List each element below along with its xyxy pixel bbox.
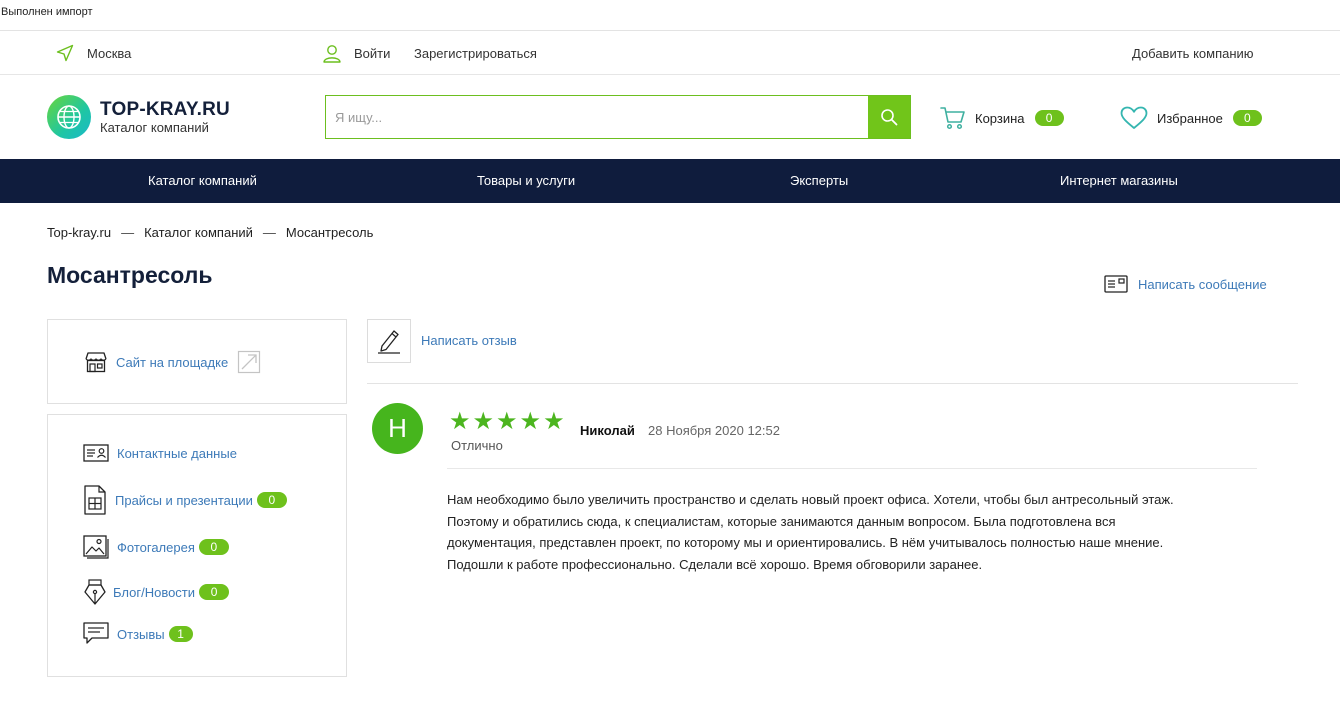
star-icon: ★: [519, 408, 542, 435]
contact-card-icon: [83, 443, 109, 463]
menu-item-label: Контактные данные: [117, 445, 237, 461]
menu-item-label: Фотогалерея: [117, 539, 195, 555]
logo-title: TOP-KRAY.RU: [100, 98, 230, 120]
review-text: Нам необходимо было увеличить пространст…: [447, 489, 1267, 575]
breadcrumb: Top-kray.ru — Каталог компаний — Мосантресол…: [47, 225, 373, 240]
city-label: Москва: [87, 45, 132, 61]
pencil-icon: [378, 330, 400, 354]
nav-item-catalog[interactable]: Каталог компаний: [148, 159, 257, 203]
menu-item-label: Блог/Новости: [113, 584, 196, 600]
add-company-link[interactable]: Добавить компанию: [1132, 31, 1254, 75]
star-icon: ★: [449, 408, 471, 435]
divider: [447, 468, 1257, 469]
register-link[interactable]: Зарегистрироваться: [414, 31, 537, 75]
breadcrumb-separator: —: [262, 225, 276, 240]
cart-button[interactable]: Корзина 0: [940, 105, 1064, 131]
write-review-button[interactable]: [367, 319, 411, 363]
nav-item-products[interactable]: Товары и услуги: [477, 159, 575, 203]
city-selector[interactable]: Москва: [56, 31, 131, 75]
chat-icon: [83, 622, 109, 646]
user-icon: [323, 45, 341, 63]
top-bar: Москва Войти Зарегистрироваться Добавить…: [0, 31, 1340, 75]
cart-icon: [940, 107, 965, 130]
globe-icon: [47, 95, 91, 139]
site-logo[interactable]: TOP-KRAY.RU Каталог компаний: [47, 95, 230, 139]
register-label: Зарегистрироваться: [414, 45, 537, 61]
import-status-text: Выполнен импорт: [1, 6, 93, 18]
breadcrumb-item-home[interactable]: Top-kray.ru: [47, 225, 111, 240]
site-header: TOP-KRAY.RU Каталог компаний Корзина 0 И…: [0, 75, 1340, 159]
menu-item-blog[interactable]: Блог/Новости 0: [83, 579, 230, 605]
site-card: Сайт на площадке: [47, 319, 347, 404]
heart-icon: [1120, 106, 1148, 129]
write-message-link[interactable]: Написать сообщение: [1104, 275, 1267, 293]
favorites-button[interactable]: Избранное 0: [1120, 105, 1262, 131]
review-date: 28 Ноября 2020 12:52: [648, 423, 780, 438]
write-message-label: Написать сообщение: [1138, 276, 1267, 292]
menu-item-label: Отзывы: [117, 626, 165, 642]
menu-item-label: Прайсы и презентации: [115, 492, 253, 508]
search-button[interactable]: [868, 96, 910, 138]
search-bar: [325, 95, 911, 139]
menu-item-gallery[interactable]: Фотогалерея 0: [83, 535, 229, 559]
breadcrumb-item-catalog[interactable]: Каталог компаний: [144, 225, 253, 240]
page-title: Мосантресоль: [47, 262, 213, 288]
favorites-count-badge: 0: [1232, 110, 1262, 126]
review-author: Николай: [580, 423, 635, 438]
review-line: Подошли к работе профессионально. Сделал…: [447, 556, 983, 572]
star-rating: ★ ★ ★ ★ ★: [449, 410, 567, 434]
rating-label: Отлично: [451, 438, 503, 453]
breadcrumb-item-current: Мосантресоль: [285, 225, 374, 240]
nav-item-online-shops[interactable]: Интернет магазины: [1060, 159, 1178, 203]
nav-item-experts[interactable]: Эксперты: [790, 159, 848, 203]
menu-item-reviews[interactable]: Отзывы 1: [83, 622, 193, 646]
company-menu-card: Контактные данные Прайсы и презентации 0…: [47, 414, 347, 677]
prices-count-badge: 0: [256, 492, 287, 508]
star-icon: ★: [543, 408, 565, 435]
reviews-count-badge: 1: [168, 626, 193, 642]
site-link-label: Сайт на площадке: [116, 354, 229, 370]
cart-label: Корзина: [975, 110, 1025, 126]
login-label: Войти: [354, 45, 391, 61]
logo-subtitle: Каталог компаний: [100, 119, 209, 135]
blog-count-badge: 0: [199, 584, 230, 600]
search-input[interactable]: [326, 96, 868, 138]
star-icon: ★: [496, 408, 518, 435]
menu-item-prices[interactable]: Прайсы и презентации 0: [83, 485, 287, 515]
login-link[interactable]: Войти: [322, 31, 390, 75]
location-arrow-icon: [56, 44, 74, 62]
photo-icon: [83, 535, 109, 559]
breadcrumb-separator: —: [121, 225, 135, 240]
site-link[interactable]: Сайт на площадке: [84, 350, 269, 374]
storefront-icon: [84, 350, 108, 374]
favorites-label: Избранное: [1157, 110, 1223, 126]
document-icon: [83, 485, 107, 515]
main-nav: Каталог компаний Товары и услуги Эксперт…: [0, 159, 1340, 203]
reviewer-avatar: Н: [372, 403, 423, 454]
gallery-count-badge: 0: [198, 539, 229, 555]
pen-nib-icon: [83, 579, 107, 605]
import-status-bar: Выполнен импорт: [0, 0, 1340, 31]
divider: [367, 383, 1298, 384]
write-review-link[interactable]: Написать отзыв: [421, 333, 517, 348]
star-icon: ★: [472, 408, 495, 435]
review-line: Нам необходимо было увеличить пространст…: [447, 492, 1174, 507]
review-line: Поэтому и обратились сюда, к специалиста…: [447, 513, 1116, 529]
cart-count-badge: 0: [1034, 110, 1064, 126]
search-icon: [881, 109, 898, 126]
message-card-icon: [1104, 275, 1128, 293]
review-line: документация, представлен проект, по кот…: [447, 535, 1164, 550]
external-link-icon: [237, 350, 261, 374]
add-company-label: Добавить компанию: [1132, 45, 1254, 61]
menu-item-contacts[interactable]: Контактные данные: [83, 443, 237, 463]
